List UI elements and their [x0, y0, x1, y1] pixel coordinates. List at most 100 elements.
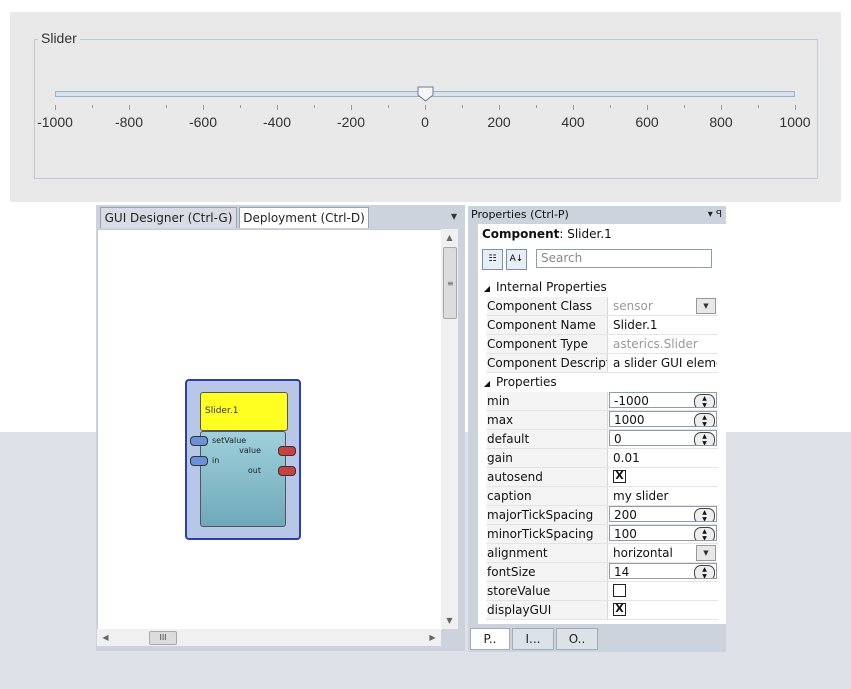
spinner-icon[interactable]: ▲ ▼ — [694, 527, 715, 540]
tab-gui-designer[interactable]: GUI Designer (Ctrl-G) — [100, 207, 237, 228]
property-value[interactable]: Slider.1 — [609, 316, 717, 334]
port-label-setvalue: setValue — [212, 436, 247, 445]
spinner-icon[interactable]: ▲ ▼ — [694, 565, 715, 578]
input-port-in[interactable] — [190, 456, 208, 466]
property-value-text: my slider — [613, 489, 669, 503]
property-value[interactable]: a slider GUI elemen — [609, 354, 717, 372]
spinner-icon[interactable]: ▲ ▼ — [694, 413, 715, 426]
input-port-setvalue[interactable] — [190, 436, 208, 446]
property-name: autosend — [487, 468, 608, 486]
alphabetical-sort-icon[interactable]: A↓ — [506, 249, 527, 270]
property-row: Component Descriptic a slider GUI elemen — [486, 354, 718, 373]
component-title[interactable]: Slider.1 — [200, 392, 288, 431]
pin-icon[interactable]: ▾ ꟼ — [708, 206, 722, 224]
property-row: displayGUI X — [486, 601, 718, 620]
tab-properties[interactable]: P.. — [470, 628, 510, 650]
component-heading: Component: Slider.1 — [482, 227, 612, 241]
property-name: Component Descriptic — [487, 354, 608, 372]
property-checkbox[interactable] — [609, 582, 717, 600]
property-value-text: -1000 — [614, 394, 649, 408]
property-row: default 0 ▲ ▼ — [486, 430, 718, 449]
tab-deployment[interactable]: Deployment (Ctrl-D) — [239, 207, 369, 228]
vertical-scroll-thumb[interactable]: ≡ — [443, 247, 457, 319]
property-row: min -1000 ▲ ▼ — [486, 392, 718, 411]
property-value-text: 0.01 — [613, 451, 640, 465]
property-name: max — [487, 411, 608, 429]
checkbox[interactable]: X — [613, 470, 626, 483]
checkbox[interactable] — [613, 584, 626, 597]
property-row: Component Type asterics.Slider — [486, 335, 718, 354]
property-checkbox[interactable]: X — [609, 601, 717, 619]
property-value[interactable]: sensor ▼ — [609, 297, 717, 315]
spinner-icon[interactable]: ▲ ▼ — [694, 432, 715, 445]
slider-major-tick — [129, 105, 130, 110]
slider-frame — [34, 39, 818, 179]
vertical-scrollbar[interactable]: ▲ ≡ ▼ — [441, 229, 458, 629]
scroll-right-icon[interactable]: ▶ — [424, 629, 441, 646]
dropdown-icon[interactable]: ▼ — [696, 298, 716, 314]
slider-major-tick — [795, 105, 796, 110]
slider-preview: Slider -1000 -800 -600 -400 -200 0 200 400 600 80… — [10, 12, 841, 202]
scroll-left-icon[interactable]: ◀ — [97, 629, 114, 646]
property-value-text: 14 — [614, 565, 630, 579]
property-value[interactable]: my slider — [609, 487, 717, 505]
property-value[interactable]: 0 ▲ ▼ — [609, 430, 717, 446]
slider-major-tick — [351, 105, 352, 110]
property-value[interactable]: 1000 ▲ ▼ — [609, 411, 717, 427]
property-row: Component Name Slider.1 — [486, 316, 718, 335]
port-label-in: in — [212, 456, 220, 465]
property-name: Component Type — [487, 335, 608, 353]
dropdown-icon[interactable]: ▼ — [696, 545, 716, 561]
spinner-icon[interactable]: ▲ ▼ — [694, 394, 715, 407]
component-body[interactable]: setValue in value out — [190, 431, 296, 527]
port-label-out: out — [247, 466, 261, 475]
designer-panel: GUI Designer (Ctrl-G) Deployment (Ctrl-D… — [96, 205, 465, 651]
property-checkbox[interactable]: X — [609, 468, 717, 486]
slider-component[interactable]: Slider.1 setValue in value out — [185, 379, 301, 540]
slider-major-tick — [499, 105, 500, 110]
properties-title: Properties (Ctrl-P) — [471, 208, 569, 221]
slider-tick-label: -1000 — [37, 114, 73, 130]
tab-outputs[interactable]: O.. — [556, 628, 598, 650]
slider-major-tick — [277, 105, 278, 110]
property-value[interactable]: 14 ▲ ▼ — [609, 563, 717, 579]
slider-tick-label: 0 — [421, 114, 429, 130]
collapse-icon[interactable]: ◢ — [478, 280, 496, 298]
property-value[interactable]: asterics.Slider — [609, 335, 717, 353]
scroll-down-icon[interactable]: ▼ — [441, 612, 458, 629]
output-port-out[interactable] — [278, 466, 296, 476]
property-value[interactable]: horizontal ▼ — [609, 544, 717, 562]
slider-minor-tick — [758, 105, 759, 108]
tab-menu-icon[interactable]: ▾ — [451, 209, 457, 223]
property-value[interactable]: 0.01 — [609, 449, 717, 467]
horizontal-scrollbar[interactable]: ◀ III ▶ — [97, 629, 441, 646]
category-label: Properties — [496, 375, 557, 389]
property-value-text: horizontal — [613, 546, 673, 560]
spinner-icon[interactable]: ▲ ▼ — [694, 508, 715, 521]
collapse-icon[interactable]: ◢ — [478, 375, 496, 393]
category-properties[interactable]: ◢ Properties — [478, 373, 726, 391]
slider-minor-tick — [92, 105, 93, 108]
slider-major-tick — [203, 105, 204, 110]
property-value[interactable]: 100 ▲ ▼ — [609, 525, 717, 541]
slider-tick-label: 400 — [561, 114, 585, 130]
horizontal-scroll-thumb[interactable]: III — [149, 631, 177, 645]
slider-major-tick — [55, 105, 56, 110]
deployment-canvas[interactable]: Slider.1 setValue in value out — [97, 229, 443, 631]
slider-minor-tick — [314, 105, 315, 108]
slider-major-tick — [721, 105, 722, 110]
property-value[interactable]: 200 ▲ ▼ — [609, 506, 717, 522]
categorized-sort-icon[interactable]: ☷ — [482, 249, 503, 270]
checkbox[interactable]: X — [613, 603, 626, 616]
scroll-up-icon[interactable]: ▲ — [441, 229, 458, 246]
category-internal[interactable]: ◢ Internal Properties — [478, 278, 726, 296]
tab-inputs[interactable]: I... — [512, 628, 554, 650]
property-search-input[interactable]: Search — [536, 249, 712, 268]
property-name: gain — [487, 449, 608, 467]
slider-thumb[interactable] — [417, 86, 434, 102]
output-port-value[interactable] — [278, 446, 296, 456]
property-grid: Component: Slider.1 ☷ A↓ Search ◢ Interna… — [478, 224, 726, 624]
property-name: Component Name — [487, 316, 608, 334]
property-value[interactable]: -1000 ▲ ▼ — [609, 392, 717, 408]
slider-tick-label: -200 — [336, 114, 366, 130]
